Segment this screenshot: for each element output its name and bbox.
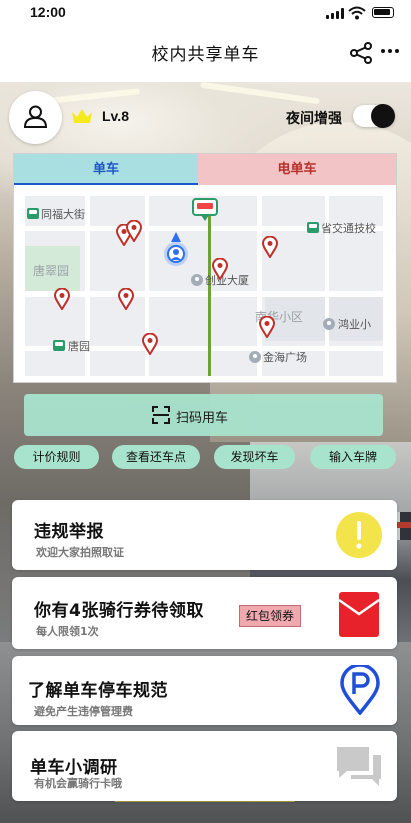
user-icon xyxy=(23,105,48,128)
return-points-button[interactable]: 查看还车点 xyxy=(112,445,200,469)
card-subtitle: 避免产生违停管理费 xyxy=(34,705,133,718)
bike-pin-icon[interactable] xyxy=(118,288,134,310)
tab-bike[interactable]: 单车 xyxy=(14,154,198,185)
wifi-icon xyxy=(348,6,366,20)
bike-pin-icon[interactable] xyxy=(259,316,275,338)
signal-icon xyxy=(326,8,344,19)
map-label-honghua: 鸿业小 xyxy=(338,318,371,331)
user-level: Lv.8 xyxy=(102,108,129,124)
metro-icon xyxy=(307,222,319,233)
card-subtitle: 欢迎大家拍照取证 xyxy=(36,546,124,559)
tab-ebike[interactable]: 电单车 xyxy=(198,154,396,185)
map-label-jinhai: 金海广场 xyxy=(263,351,307,364)
survey-card[interactable]: 单车小调研 有机会赢骑行卡哦 xyxy=(12,731,397,801)
enter-plate-button[interactable]: 输入车牌 xyxy=(310,445,396,469)
bike-pin-icon[interactable] xyxy=(212,258,228,280)
poi-icon xyxy=(249,351,261,363)
report-broken-button[interactable]: 发现坏车 xyxy=(214,445,295,469)
card-subtitle: 有机会赢骑行卡哦 xyxy=(34,777,122,790)
bike-pin-icon[interactable] xyxy=(54,288,70,310)
pricing-rules-button[interactable]: 计价规则 xyxy=(14,445,99,469)
metro-icon xyxy=(53,340,65,351)
metro-icon xyxy=(27,208,39,219)
metro-line xyxy=(208,216,211,376)
map-view[interactable]: 同福大街 省交通技校 唐翠园 创业大厦 南华小区 鸿业小 唐园 金海广场 xyxy=(25,196,383,376)
bike-pin-icon[interactable] xyxy=(262,236,278,258)
night-mode-toggle[interactable] xyxy=(353,104,395,128)
card-subtitle: 每人限领1次 xyxy=(36,625,99,638)
map-label-provincial: 省交通技校 xyxy=(321,222,376,235)
station-marker-icon[interactable] xyxy=(192,198,218,222)
parking-rules-card[interactable]: 了解单车停车规范 避免产生违停管理费 xyxy=(12,656,397,725)
battery-icon xyxy=(372,7,394,18)
avatar[interactable] xyxy=(9,91,62,144)
share-icon[interactable] xyxy=(350,42,372,64)
card-title: 违规举报 xyxy=(34,522,104,542)
scan-to-ride-button[interactable]: 扫码用车 xyxy=(24,394,383,436)
map-label-tangyuan: 唐园 xyxy=(68,340,90,353)
map-label-tangcui: 唐翠园 xyxy=(33,264,70,278)
coupon-card[interactable]: 你有4张骑行券待领取 每人限领1次 红包领券 xyxy=(12,577,397,649)
status-bar: 12:00 xyxy=(0,0,411,26)
claim-coupon-button[interactable]: 红包领券 xyxy=(239,605,302,627)
scan-button-label: 扫码用车 xyxy=(176,411,229,426)
red-envelope-icon xyxy=(339,592,379,637)
card-title: 了解单车停车规范 xyxy=(28,681,168,701)
title-bar: 校内共享单车 xyxy=(0,26,411,82)
exclamation-icon xyxy=(336,512,382,558)
card-title: 你有4张骑行券待领取 xyxy=(34,601,204,621)
bike-pin-icon[interactable] xyxy=(142,333,158,355)
user-location-icon xyxy=(164,232,188,266)
status-time: 12:00 xyxy=(30,4,66,20)
report-violation-card[interactable]: 违规举报 欢迎大家拍照取证 xyxy=(12,500,397,570)
night-mode-label: 夜间增强 xyxy=(286,111,342,127)
chat-bubbles-icon xyxy=(337,747,381,786)
poi-icon xyxy=(323,318,335,330)
bike-pin-icon[interactable] xyxy=(126,220,142,242)
parking-pin-icon xyxy=(340,665,380,715)
map-label-tongfu: 同福大街 xyxy=(41,208,85,221)
poi-icon xyxy=(191,274,203,286)
crown-icon xyxy=(72,109,92,123)
map-card: 单车 电单车 同福大街 省交通技校 唐翠园 创业大厦 南华小区 鸿业小 唐园 金… xyxy=(13,153,397,383)
scan-icon xyxy=(152,406,170,424)
more-icon[interactable] xyxy=(381,49,401,55)
